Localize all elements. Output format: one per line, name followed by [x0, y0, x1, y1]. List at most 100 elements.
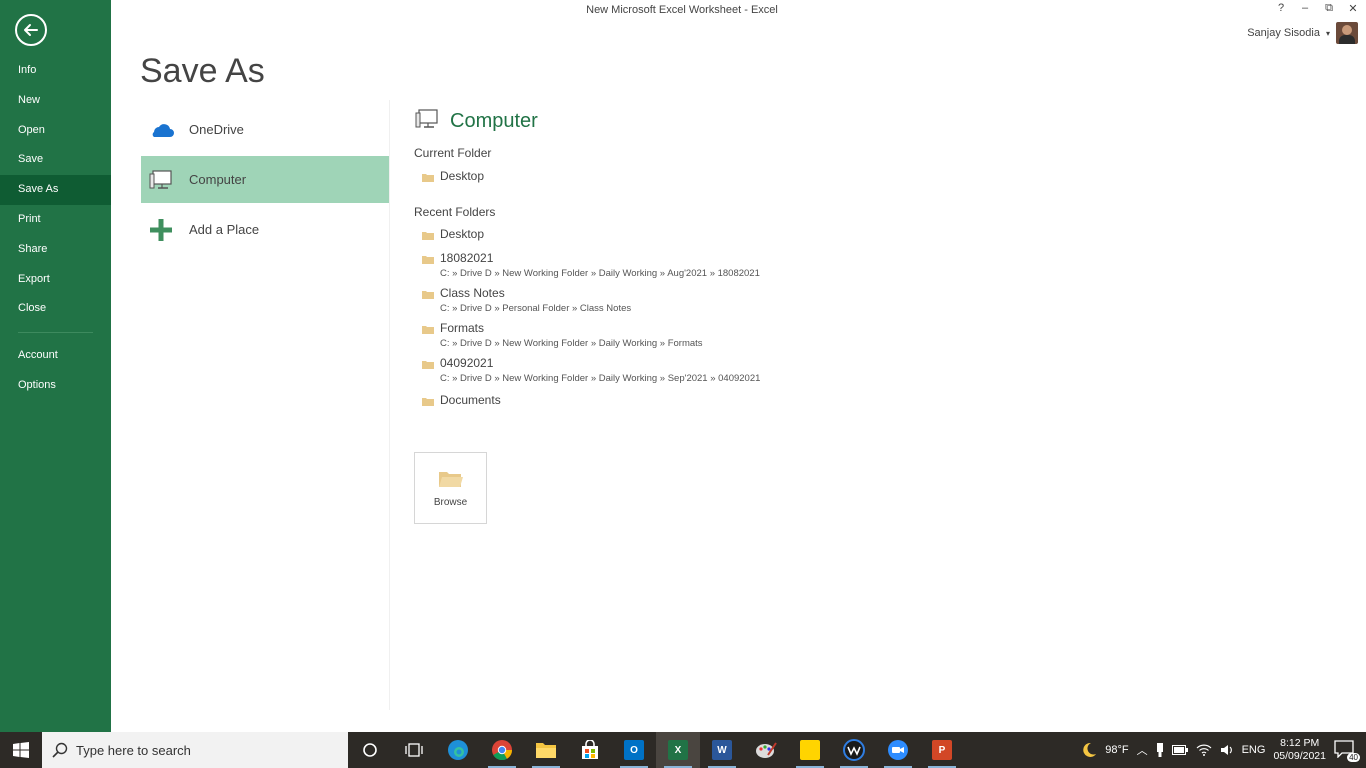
- powerpoint-icon: P: [932, 740, 952, 760]
- nav-item-save[interactable]: Save: [0, 145, 111, 175]
- folder-name: Desktop: [440, 227, 485, 241]
- place-label: Computer: [189, 172, 247, 187]
- computer-icon: [147, 166, 175, 194]
- recent-folder-item[interactable]: 18082021 C: » Drive D » New Working Fold…: [414, 251, 1114, 280]
- back-button[interactable]: [15, 14, 47, 46]
- battery-icon[interactable]: [1171, 745, 1188, 755]
- avatar: [1336, 22, 1358, 44]
- taskbar-file-explorer[interactable]: [524, 732, 568, 768]
- backstage-sidebar: Info New Open Save Save As Print Share E…: [0, 0, 111, 732]
- taskbar-zoom[interactable]: [876, 732, 920, 768]
- nav-item-info[interactable]: Info: [0, 56, 111, 86]
- recent-folder-item[interactable]: 04092021 C: » Drive D » New Working Fold…: [414, 356, 1114, 385]
- nav-item-save-as[interactable]: Save As: [0, 175, 111, 205]
- current-folder-label: Current Folder: [414, 146, 492, 160]
- taskbar-store[interactable]: [568, 732, 612, 768]
- recent-folder-item[interactable]: Desktop: [414, 227, 1114, 241]
- recent-folder-item[interactable]: Documents: [414, 393, 1114, 407]
- restore-button[interactable]: ⧉: [1322, 2, 1336, 15]
- taskbar-clock[interactable]: 8:12 PM 05/09/2021: [1273, 737, 1326, 763]
- nav-item-account[interactable]: Account: [0, 341, 111, 371]
- folder-icon: [422, 361, 434, 369]
- onedrive-icon: [147, 116, 175, 144]
- word-icon: W: [712, 740, 732, 760]
- sticky-notes-icon: [800, 740, 820, 760]
- open-folder-icon: [438, 471, 463, 487]
- folder-path: C: » Drive D » New Working Folder » Dail…: [440, 338, 703, 349]
- folder-icon: [422, 256, 434, 264]
- recent-folder-item[interactable]: Formats C: » Drive D » New Working Folde…: [414, 321, 1114, 350]
- taskbar-excel[interactable]: X: [656, 732, 700, 768]
- nav-item-share[interactable]: Share: [0, 235, 111, 265]
- taskbar-edge[interactable]: [436, 732, 480, 768]
- cortana-button[interactable]: [348, 732, 392, 768]
- usb-device-icon[interactable]: [1156, 743, 1164, 757]
- start-button[interactable]: [0, 732, 42, 768]
- nav-item-export[interactable]: Export: [0, 265, 111, 295]
- taskbar-word[interactable]: W: [700, 732, 744, 768]
- panel-header: Computer: [414, 106, 1114, 136]
- taskbar-chrome[interactable]: [480, 732, 524, 768]
- nav-item-new[interactable]: New: [0, 86, 111, 116]
- folder-name: Class Notes: [440, 286, 505, 300]
- input-language[interactable]: ENG: [1242, 744, 1266, 756]
- place-onedrive[interactable]: OneDrive: [141, 106, 389, 153]
- current-folder-item[interactable]: Desktop: [414, 169, 1114, 183]
- outlook-icon: O: [624, 740, 644, 760]
- clock-time: 8:12 PM: [1280, 737, 1320, 749]
- computer-icon: [414, 107, 442, 135]
- speaker-icon[interactable]: [1220, 744, 1234, 756]
- minimize-button[interactable]: –: [1298, 2, 1312, 15]
- back-arrow-icon: [24, 24, 38, 36]
- window-title: New Microsoft Excel Worksheet - Excel: [586, 4, 778, 16]
- taskbar-paint[interactable]: [744, 732, 788, 768]
- folder-name: Documents: [440, 393, 501, 407]
- close-window-button[interactable]: ✕: [1346, 2, 1360, 15]
- title-bar: New Microsoft Excel Worksheet - Excel ? …: [111, 0, 1366, 44]
- task-view-button[interactable]: [392, 732, 436, 768]
- edge-icon: [448, 740, 468, 760]
- task-view-icon: [405, 743, 423, 757]
- nav-item-options[interactable]: Options: [0, 371, 111, 401]
- search-placeholder: Type here to search: [76, 742, 191, 758]
- help-button[interactable]: ?: [1274, 2, 1288, 15]
- excel-icon: X: [668, 740, 688, 760]
- wifi-icon[interactable]: [1196, 744, 1212, 756]
- folder-icon: [422, 174, 434, 182]
- user-account[interactable]: Sanjay Sisodia ▾: [1247, 22, 1358, 44]
- taskbar-powerpoint[interactable]: P: [920, 732, 964, 768]
- taskbar-search[interactable]: Type here to search: [42, 732, 348, 768]
- search-icon: [52, 742, 68, 758]
- folder-icon: [422, 232, 434, 240]
- browse-label: Browse: [433, 496, 468, 508]
- place-add[interactable]: Add a Place: [141, 206, 389, 253]
- folder-icon: [422, 291, 434, 299]
- window-controls: ? – ⧉ ✕: [1274, 2, 1360, 15]
- clock-date: 05/09/2021: [1273, 750, 1326, 762]
- folder-icon: [422, 326, 434, 334]
- pinned-apps: O X W P: [348, 732, 964, 768]
- chevron-up-icon[interactable]: ︿: [1137, 742, 1148, 758]
- webex-icon: [843, 739, 865, 761]
- nav-item-print[interactable]: Print: [0, 205, 111, 235]
- taskbar-webex[interactable]: [832, 732, 876, 768]
- notification-center-button[interactable]: 40: [1334, 740, 1360, 762]
- folder-name: Formats: [440, 321, 485, 335]
- place-label: Add a Place: [189, 222, 260, 237]
- browse-button[interactable]: Browse: [414, 452, 487, 524]
- taskbar-outlook[interactable]: O: [612, 732, 656, 768]
- taskbar: Type here to search O X W P 98°F ︿ ENG 8…: [0, 732, 1366, 768]
- store-bag-icon: [582, 740, 598, 759]
- page-title: Save As: [140, 52, 265, 90]
- nav-item-close[interactable]: Close: [0, 294, 111, 324]
- recent-folders-label: Recent Folders: [414, 205, 496, 219]
- system-tray: 98°F ︿ ENG 8:12 PM 05/09/2021 40: [1081, 732, 1366, 768]
- folder-path: C: » Drive D » New Working Folder » Dail…: [440, 373, 761, 384]
- nav-item-open[interactable]: Open: [0, 116, 111, 146]
- plus-icon: [147, 216, 175, 244]
- weather-temperature[interactable]: 98°F: [1105, 744, 1128, 756]
- place-computer[interactable]: Computer: [141, 156, 389, 203]
- recent-folder-item[interactable]: Class Notes C: » Drive D » Personal Fold…: [414, 286, 1114, 315]
- taskbar-sticky-notes[interactable]: [788, 732, 832, 768]
- folder-name: 04092021: [440, 356, 494, 370]
